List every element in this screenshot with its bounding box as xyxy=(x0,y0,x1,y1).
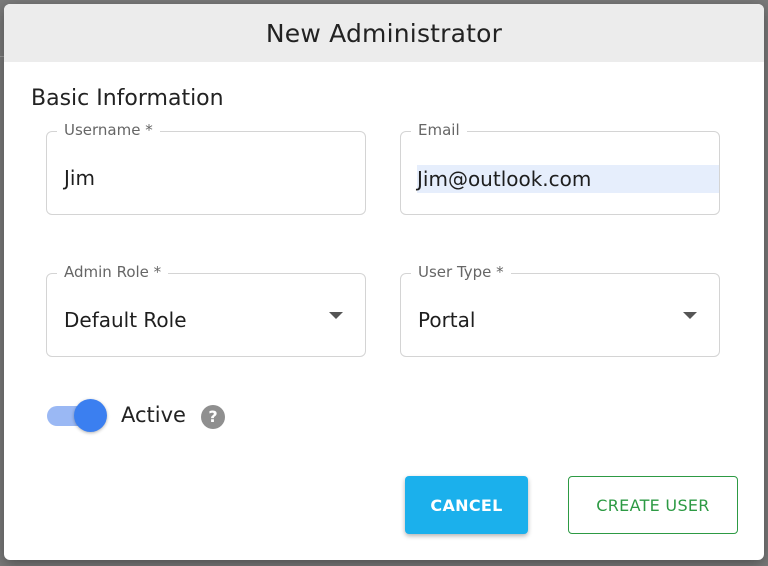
dialog-header: New Administrator xyxy=(4,4,764,62)
admin-role-select[interactable]: Admin Role * Default Role xyxy=(46,263,366,357)
cancel-button[interactable]: CANCEL xyxy=(405,476,528,534)
admin-role-value[interactable]: Default Role xyxy=(64,308,187,332)
caret-down-icon[interactable] xyxy=(683,312,697,319)
username-label: Username * xyxy=(57,121,160,139)
user-type-select[interactable]: User Type * Portal xyxy=(400,263,720,357)
user-type-value[interactable]: Portal xyxy=(418,308,475,332)
email-label: Email xyxy=(411,121,467,139)
new-administrator-dialog: New Administrator Basic Information User… xyxy=(4,4,764,560)
active-label: Active xyxy=(121,403,186,427)
email-field[interactable]: Email Jim@outlook.com xyxy=(400,121,720,215)
admin-role-label: Admin Role * xyxy=(57,263,169,281)
username-field[interactable]: Username * Jim xyxy=(46,121,366,215)
dialog-title: New Administrator xyxy=(265,18,503,48)
create-user-button[interactable]: CREATE USER xyxy=(568,476,738,534)
active-toggle[interactable] xyxy=(47,399,109,432)
toggle-thumb[interactable] xyxy=(74,399,107,432)
help-icon[interactable]: ? xyxy=(201,405,225,429)
section-title: Basic Information xyxy=(31,86,224,111)
email-input[interactable]: Jim@outlook.com xyxy=(417,165,719,193)
caret-down-icon[interactable] xyxy=(329,312,343,319)
user-type-label: User Type * xyxy=(411,263,511,281)
username-input[interactable]: Jim xyxy=(64,166,95,190)
